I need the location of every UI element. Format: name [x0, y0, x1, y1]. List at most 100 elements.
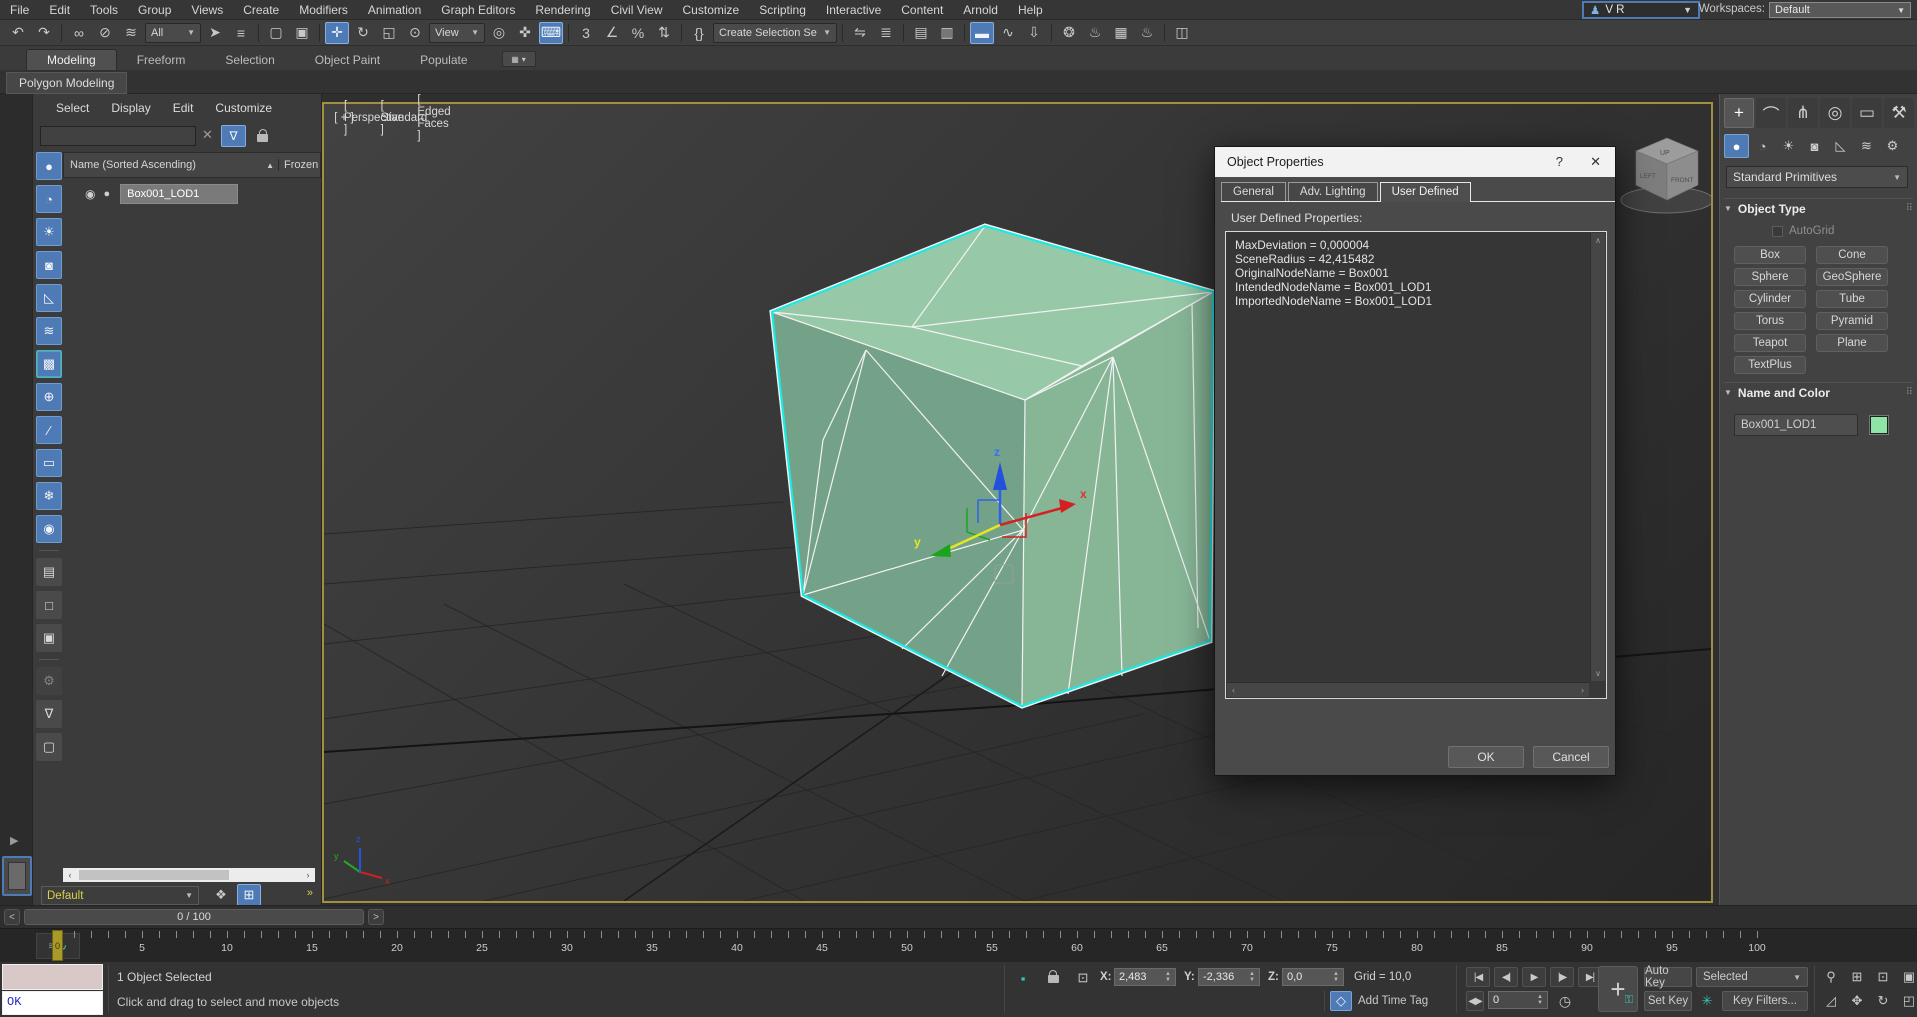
- blank-view-icon[interactable]: □: [36, 591, 62, 619]
- scroll-right-icon[interactable]: ›: [301, 870, 315, 880]
- y-coordinate-field[interactable]: -2,336▲▼: [1198, 968, 1260, 986]
- menu-item-file[interactable]: File: [0, 3, 39, 17]
- object-color-swatch[interactable]: [1870, 416, 1888, 434]
- lights-category-icon[interactable]: ☀: [1776, 134, 1801, 158]
- spinner-icon[interactable]: ▲▼: [1165, 971, 1171, 983]
- dialog-tab-adv-lighting[interactable]: Adv. Lighting: [1288, 182, 1378, 201]
- ribbon-tab-modeling[interactable]: Modeling: [26, 49, 117, 70]
- cancel-button[interactable]: Cancel: [1533, 746, 1609, 768]
- field-of-view-icon[interactable]: ◿: [1820, 991, 1842, 1011]
- filter-selected-icon[interactable]: ∇: [221, 125, 246, 147]
- ribbon-tab-freeform[interactable]: Freeform: [117, 50, 206, 70]
- go-to-start-icon[interactable]: |◀: [1466, 967, 1490, 987]
- object-type-rollout-header[interactable]: ▼ Object Type ⠿: [1724, 198, 1913, 218]
- category-dropdown[interactable]: Standard Primitives▼: [1726, 166, 1908, 188]
- snaps-toggle-3d-icon[interactable]: 3: [574, 22, 598, 44]
- column-header-name[interactable]: Name (Sorted Ascending) ▲: [64, 159, 278, 171]
- sphere-button[interactable]: Sphere: [1734, 268, 1806, 286]
- set-key-mode-icon[interactable]: ✳: [1696, 991, 1718, 1011]
- toggle-layer-explorer-icon[interactable]: ▥: [935, 22, 959, 44]
- pick-container-icon[interactable]: ▢: [36, 733, 62, 761]
- clear-search-icon[interactable]: ✕: [202, 127, 213, 143]
- viewport-layout-button[interactable]: [2, 856, 32, 896]
- render-setup-icon[interactable]: ♨: [1083, 22, 1107, 44]
- zoom-icon[interactable]: ⚲: [1820, 967, 1842, 987]
- material-editor-icon[interactable]: ❂: [1057, 22, 1081, 44]
- menu-item-animation[interactable]: Animation: [358, 3, 431, 17]
- scroll-right-icon[interactable]: ›: [1581, 685, 1584, 695]
- cameras-category-icon[interactable]: ◙: [1802, 134, 1827, 158]
- autogrid-checkbox[interactable]: AutoGrid: [1772, 225, 1834, 237]
- time-tag-icon[interactable]: ◇: [1330, 991, 1352, 1011]
- dialog-tab-general[interactable]: General: [1221, 182, 1286, 201]
- menu-item-graph-editors[interactable]: Graph Editors: [431, 3, 525, 17]
- timeline-ruler[interactable]: ≡∿ 0510152025303540455055606570758085909…: [0, 928, 1917, 962]
- play-icon[interactable]: ▶: [1522, 967, 1546, 987]
- set-key-button[interactable]: Set Key: [1644, 991, 1692, 1011]
- filter-settings-icon[interactable]: ⚙: [36, 667, 62, 695]
- object-name-field[interactable]: Box001_LOD1: [1734, 414, 1858, 436]
- shapes-category-icon[interactable]: ◔: [1750, 134, 1775, 158]
- zoom-extents-icon[interactable]: ⊡: [1872, 967, 1894, 987]
- filter-funnel-icon[interactable]: ∇: [36, 700, 62, 728]
- systems-category-icon[interactable]: ⚙: [1880, 134, 1905, 158]
- next-frame-icon[interactable]: |▶: [1550, 967, 1574, 987]
- time-slider[interactable]: 0 / 100: [24, 909, 364, 925]
- teapot-button[interactable]: Teapot: [1734, 334, 1806, 352]
- menu-item-edit[interactable]: Edit: [39, 3, 80, 17]
- time-configuration-icon[interactable]: ◷: [1554, 991, 1576, 1011]
- select-and-move-icon[interactable]: ✛: [325, 22, 349, 44]
- hierarchy-view-icon[interactable]: ⊞: [237, 884, 261, 906]
- toggle-ribbon-icon[interactable]: ▬: [970, 22, 994, 44]
- layout-flyout-arrow-icon[interactable]: ▶: [10, 834, 18, 847]
- scrollbar-thumb[interactable]: [79, 870, 229, 880]
- key-mode-toggle[interactable]: ◀▶: [1466, 991, 1484, 1011]
- current-frame-field[interactable]: 0▲▼: [1488, 991, 1548, 1009]
- maximize-viewport-icon[interactable]: ◰: [1898, 991, 1917, 1011]
- selection-filter-dropdown[interactable]: All▼: [145, 23, 201, 43]
- display-hidden-filter-icon[interactable]: ◉: [36, 515, 62, 543]
- selection-lock-icon[interactable]: [1042, 966, 1064, 986]
- previous-frame-icon[interactable]: ◀|: [1494, 967, 1518, 987]
- search-input[interactable]: [40, 126, 196, 146]
- display-lights-filter-icon[interactable]: ☀: [36, 218, 62, 246]
- ribbon-tab-populate[interactable]: Populate: [400, 50, 487, 70]
- ribbon-tab-selection[interactable]: Selection: [205, 50, 294, 70]
- viewport-shading-menu[interactable]: [ Edged Faces ]: [422, 107, 446, 129]
- pyramid-button[interactable]: Pyramid: [1816, 312, 1888, 330]
- menu-item-help[interactable]: Help: [1008, 3, 1053, 17]
- display-spacewarps-filter-icon[interactable]: ≋: [36, 317, 62, 345]
- select-and-link-icon[interactable]: ∞: [67, 22, 91, 44]
- spinner-snap-icon[interactable]: ⇅: [652, 22, 676, 44]
- vertical-scrollbar[interactable]: ∧ ∨: [1590, 233, 1605, 681]
- menu-item-tools[interactable]: Tools: [80, 3, 128, 17]
- ribbon-tab-object-paint[interactable]: Object Paint: [295, 50, 400, 70]
- menu-item-rendering[interactable]: Rendering: [525, 3, 600, 17]
- maxscript-mini-listener-macro[interactable]: [2, 964, 103, 990]
- bind-to-space-warp-icon[interactable]: ≋: [119, 22, 143, 44]
- display-shapes-filter-icon[interactable]: ◔: [36, 185, 62, 213]
- helpers-category-icon[interactable]: ◺: [1828, 134, 1853, 158]
- detail-view-icon[interactable]: ▣: [36, 624, 62, 652]
- tube-button[interactable]: Tube: [1816, 290, 1888, 308]
- viewport-render-preset-menu[interactable]: [ Standard ]: [392, 107, 416, 129]
- box001-lod1-object[interactable]: [772, 226, 1213, 706]
- key-filters-button[interactable]: Key Filters...: [1722, 991, 1808, 1011]
- time-slider-handle[interactable]: 0: [52, 930, 63, 961]
- selection-set-key-dropdown[interactable]: Selected▼: [1696, 967, 1808, 987]
- redo-icon[interactable]: ↷: [32, 22, 56, 44]
- checkbox[interactable]: [1772, 226, 1783, 237]
- absolute-mode-icon[interactable]: ⊡: [1072, 968, 1094, 988]
- textplus-button[interactable]: TextPlus: [1734, 356, 1806, 374]
- select-and-rotate-icon[interactable]: ↻: [351, 22, 375, 44]
- display-cameras-filter-icon[interactable]: ◙: [36, 251, 62, 279]
- user-defined-properties-box[interactable]: MaxDeviation = 0,000004SceneRadius = 42,…: [1225, 231, 1607, 699]
- undo-icon[interactable]: ↶: [6, 22, 30, 44]
- render-production-icon[interactable]: ♨: [1135, 22, 1159, 44]
- layers-icon[interactable]: ❖: [209, 884, 233, 906]
- pan-icon[interactable]: ✥: [1846, 991, 1868, 1011]
- display-tab[interactable]: ▭: [1852, 98, 1882, 128]
- reference-coordinate-system-dropdown[interactable]: View▼: [429, 23, 485, 43]
- dialog-tab-user-defined[interactable]: User Defined: [1380, 182, 1471, 202]
- se-menu-edit[interactable]: Edit: [162, 101, 205, 115]
